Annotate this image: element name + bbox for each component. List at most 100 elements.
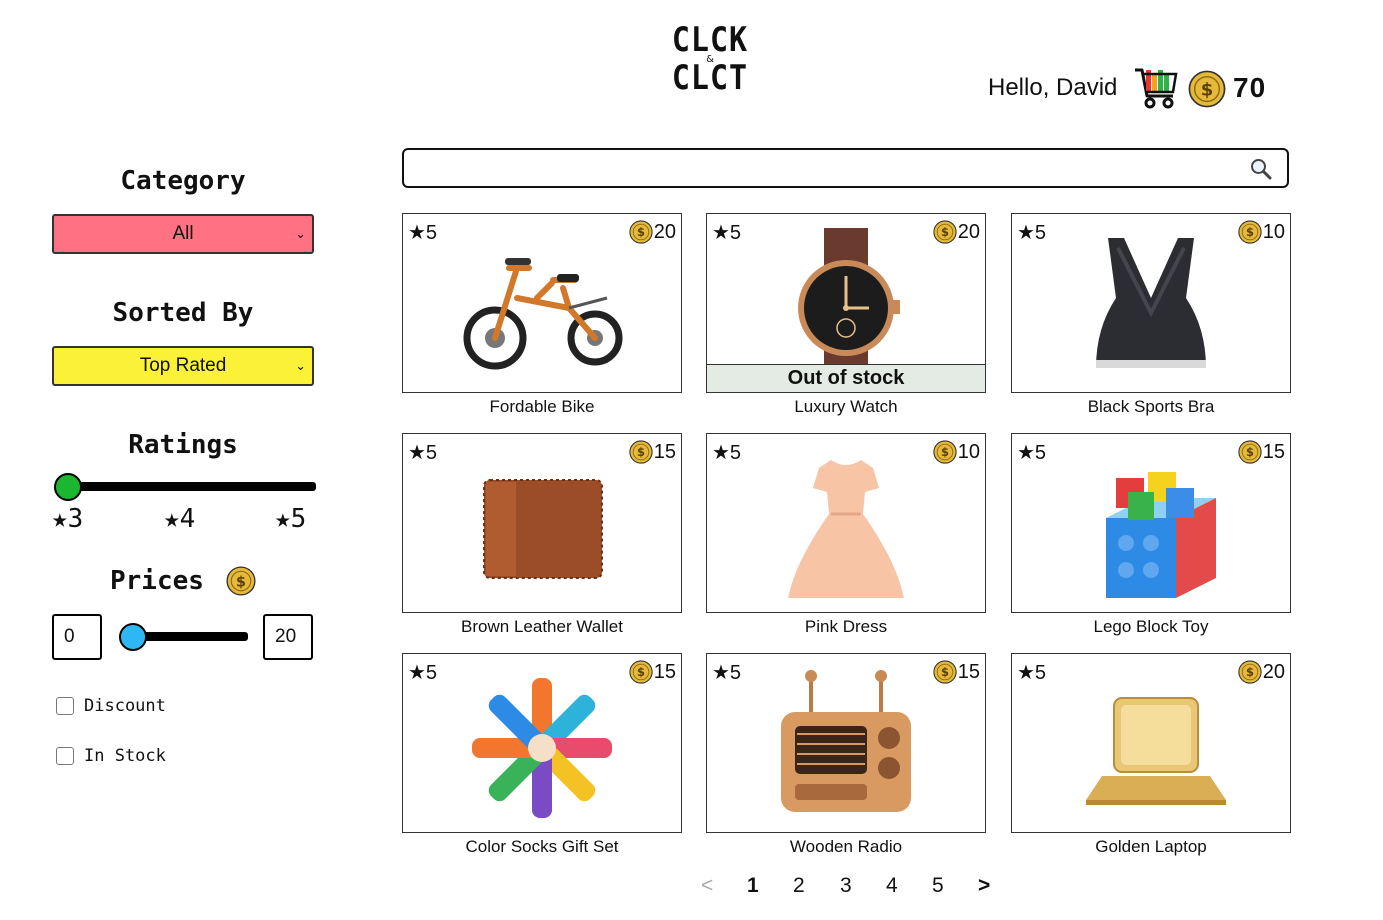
watch-image <box>798 228 900 378</box>
product-rating: ★5 <box>408 222 438 244</box>
coin-balance: 70 <box>1233 72 1267 103</box>
product-rating: ★5 <box>408 442 438 464</box>
shopping-cart-icon[interactable] <box>1133 64 1181 112</box>
discount-filter[interactable]: Discount <box>56 696 166 716</box>
sort-heading: Sorted By <box>112 298 254 328</box>
product-price-value: 10 <box>957 440 980 463</box>
rating-label-4: ★4 <box>164 504 196 534</box>
coin-icon: $ <box>629 440 653 464</box>
product-price-value: 15 <box>957 660 980 683</box>
product-card[interactable]: ★5 $ 15 <box>1011 433 1291 613</box>
svg-text:$: $ <box>1246 225 1254 239</box>
page-3-button[interactable]: 3 <box>840 874 852 898</box>
instock-checkbox[interactable] <box>56 747 74 765</box>
product-card[interactable]: ★5 $ 20 <box>402 213 682 393</box>
product-price-value: 20 <box>957 220 980 243</box>
product-price: $ 20 <box>1238 660 1285 684</box>
out-of-stock-banner: Out of stock <box>707 364 985 392</box>
instock-label: In Stock <box>84 746 166 766</box>
instock-filter[interactable]: In Stock <box>56 746 166 766</box>
product-card[interactable]: ★5 $ 10 <box>1011 213 1291 393</box>
page-2-button[interactable]: 2 <box>793 874 805 898</box>
product-name[interactable]: Wooden Radio <box>706 837 986 857</box>
wallet-image <box>483 479 603 579</box>
site-logo[interactable]: CLCK & CLCT <box>672 22 748 98</box>
rating-label-3: ★3 <box>52 504 84 534</box>
svg-text:$: $ <box>1201 80 1214 101</box>
svg-text:$: $ <box>941 445 949 459</box>
coin-icon: $ <box>933 660 957 684</box>
product-rating: ★5 <box>712 662 742 684</box>
product-price: $ 20 <box>629 220 676 244</box>
svg-text:$: $ <box>637 665 645 679</box>
product-card[interactable]: ★5 $ 15 <box>706 653 986 833</box>
next-page-button[interactable]: > <box>978 874 990 898</box>
svg-text:$: $ <box>941 665 949 679</box>
page-5-button[interactable]: 5 <box>932 874 944 898</box>
product-price-value: 15 <box>653 440 676 463</box>
prev-page-button[interactable]: < <box>701 874 713 898</box>
coin-icon: $ <box>1238 660 1262 684</box>
coin-icon: $ <box>933 220 957 244</box>
coin-icon: $ <box>226 566 256 596</box>
category-select[interactable]: All ⌄ <box>52 214 314 254</box>
product-name[interactable]: Black Sports Bra <box>1011 397 1291 417</box>
sports-bra-image <box>1096 238 1206 368</box>
logo-line-1: CLCK <box>671 20 749 61</box>
category-select-value: All <box>172 223 194 244</box>
product-price: $ 15 <box>629 660 676 684</box>
product-price-value: 15 <box>653 660 676 683</box>
product-rating: ★5 <box>408 662 438 684</box>
coin-icon: $ <box>1238 220 1262 244</box>
coin-icon: $ <box>933 440 957 464</box>
product-card[interactable]: ★5 $ 15 <box>402 653 682 833</box>
dress-image <box>788 460 904 598</box>
price-slider-handle[interactable] <box>119 623 147 651</box>
ratings-heading: Ratings <box>128 430 238 460</box>
socks-image <box>472 678 612 818</box>
prices-heading: Prices <box>110 566 204 596</box>
laptop-image <box>1086 697 1226 805</box>
product-name[interactable]: Fordable Bike <box>402 397 682 417</box>
coin-icon: $ <box>629 660 653 684</box>
product-card[interactable]: ★5 $ 15 <box>402 433 682 613</box>
page-4-button[interactable]: 4 <box>886 874 898 898</box>
page-1-button[interactable]: 1 <box>747 874 759 898</box>
search-icon[interactable] <box>1249 157 1273 181</box>
product-price: $ 15 <box>629 440 676 464</box>
sort-select[interactable]: Top Rated ⌄ <box>52 346 314 386</box>
rating-label-5: ★5 <box>275 504 307 534</box>
price-max-input[interactable]: 20 <box>263 614 313 660</box>
svg-text:$: $ <box>1246 445 1254 459</box>
product-card[interactable]: ★5 $ 10 <box>706 433 986 613</box>
coin-icon: $ <box>1238 440 1262 464</box>
product-name[interactable]: Brown Leather Wallet <box>402 617 682 637</box>
product-name[interactable]: Lego Block Toy <box>1011 617 1291 637</box>
chevron-down-icon: ⌄ <box>295 226 306 241</box>
search-input[interactable] <box>402 148 1289 188</box>
product-rating: ★5 <box>1017 222 1047 244</box>
radio-image <box>781 670 911 812</box>
product-name[interactable]: Color Socks Gift Set <box>402 837 682 857</box>
product-price: $ 10 <box>1238 220 1285 244</box>
product-card[interactable]: ★5 $ 20 Out of stock <box>706 213 986 393</box>
product-name[interactable]: Luxury Watch <box>706 397 986 417</box>
price-min-input[interactable]: 0 <box>52 614 102 660</box>
product-price: $ 10 <box>933 440 980 464</box>
svg-text:$: $ <box>637 445 645 459</box>
discount-checkbox[interactable] <box>56 697 74 715</box>
product-rating: ★5 <box>1017 662 1047 684</box>
bike-image <box>463 258 623 370</box>
product-card[interactable]: ★5 $ 20 <box>1011 653 1291 833</box>
coin-icon: $ <box>629 220 653 244</box>
chevron-down-icon: ⌄ <box>295 358 306 373</box>
product-price: $ 20 <box>933 220 980 244</box>
discount-label: Discount <box>84 696 166 716</box>
product-name[interactable]: Pink Dress <box>706 617 986 637</box>
product-rating: ★5 <box>1017 442 1047 464</box>
product-price-value: 20 <box>653 220 676 243</box>
rating-slider-track[interactable] <box>56 482 316 491</box>
coin-icon: $ <box>1188 70 1226 108</box>
rating-slider-handle[interactable] <box>54 473 82 501</box>
product-name[interactable]: Golden Laptop <box>1011 837 1291 857</box>
